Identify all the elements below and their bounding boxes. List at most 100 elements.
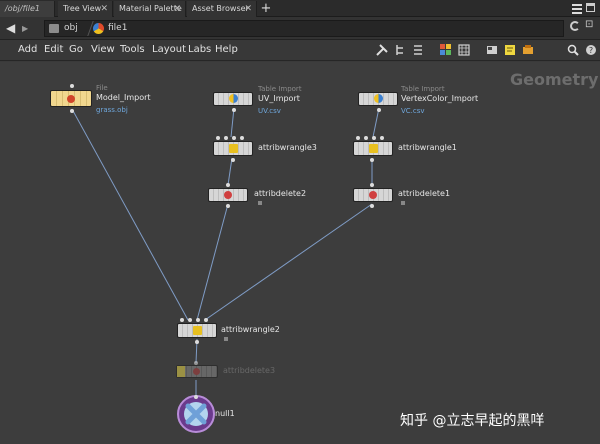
menu-labs[interactable]: Labs	[188, 44, 211, 55]
close-icon[interactable]: ✕	[100, 1, 108, 17]
wrangle-icon	[369, 144, 378, 153]
help-icon[interactable]: ?	[585, 44, 597, 56]
maximize-icon[interactable]	[586, 3, 595, 12]
input-connector[interactable]	[224, 136, 228, 140]
input-connector[interactable]	[196, 318, 200, 322]
sticky-icon[interactable]	[504, 44, 516, 56]
align-icon[interactable]	[412, 44, 424, 56]
input-connector[interactable]	[370, 183, 374, 187]
input-connector[interactable]	[372, 136, 376, 140]
node-name: null1	[215, 409, 235, 418]
output-connector[interactable]	[231, 158, 235, 162]
breadcrumb-separator	[80, 21, 94, 36]
menu-tools[interactable]: Tools	[120, 44, 145, 55]
input-connector[interactable]	[240, 136, 244, 140]
wrangle-icon	[193, 326, 202, 335]
input-connector[interactable]	[364, 136, 368, 140]
grid-icon[interactable]	[440, 44, 452, 56]
input-connector[interactable]	[180, 318, 184, 322]
pane-tab-bar: /obj/file1 Tree View ✕ Material Palette …	[0, 0, 600, 17]
output-connector[interactable]	[195, 340, 199, 344]
input-connector[interactable]	[70, 84, 74, 88]
lock-icon	[258, 201, 262, 205]
pin-icon[interactable]	[570, 21, 580, 31]
add-tab-button[interactable]: +	[259, 0, 273, 17]
node-category: Table Import	[401, 85, 445, 93]
tab-tree-view[interactable]: Tree View ✕	[58, 1, 113, 17]
node-detail: grass.obj	[96, 106, 128, 114]
tab-label: Material Palette	[119, 4, 182, 13]
bypass-flag[interactable]	[177, 366, 185, 377]
menu-go[interactable]: Go	[69, 44, 83, 55]
wire-wrangle3-to-delete2	[227, 157, 233, 186]
python-icon	[374, 94, 383, 103]
delete-node-icon	[224, 191, 232, 199]
node-name: VertexColor_Import	[401, 94, 479, 103]
wire-delete1-to-wrangle2	[204, 203, 373, 321]
node-name: attribdelete3	[223, 366, 276, 375]
dashboard-icon[interactable]	[522, 44, 534, 56]
output-connector[interactable]	[226, 204, 230, 208]
obj-icon	[49, 24, 59, 33]
palette-icon[interactable]	[458, 44, 470, 56]
tools-icon[interactable]	[376, 44, 388, 56]
tab-menu-icon[interactable]	[572, 2, 582, 14]
wrangle-icon	[229, 144, 238, 153]
menu-layout[interactable]: Layout	[152, 44, 186, 55]
input-connector[interactable]	[204, 318, 208, 322]
search-icon[interactable]	[567, 44, 579, 56]
wire-uv-to-wrangle3	[230, 107, 235, 138]
wire-vc-to-wrangle1	[372, 107, 380, 138]
file-node-icon	[67, 95, 75, 103]
node-name: UV_Import	[258, 94, 300, 103]
tree-layout-icon[interactable]	[394, 44, 406, 56]
tab-label: /obj/file1	[5, 4, 40, 13]
output-connector[interactable]	[370, 204, 374, 208]
svg-text:?: ?	[589, 46, 593, 55]
path-bar: ◀ ▶ obj file1 ⊡	[0, 17, 600, 40]
lock-icon	[401, 201, 405, 205]
node-name: attribwrangle2	[221, 325, 280, 334]
output-connector[interactable]	[70, 109, 74, 113]
tab-asset-browser[interactable]: Asset Browser ✕	[187, 1, 257, 17]
python-icon	[229, 94, 238, 103]
note-icon[interactable]	[486, 44, 498, 56]
link-icon[interactable]: ⊡	[585, 20, 595, 30]
input-connector[interactable]	[380, 136, 384, 140]
tab-material-palette[interactable]: Material Palette ✕	[114, 1, 186, 17]
output-connector[interactable]	[370, 158, 374, 162]
output-connector[interactable]	[377, 108, 381, 112]
breadcrumb-file[interactable]: file1	[108, 23, 127, 33]
menu-view[interactable]: View	[91, 44, 115, 55]
input-connector[interactable]	[232, 136, 236, 140]
input-connector[interactable]	[226, 183, 230, 187]
node-name: attribdelete1	[398, 189, 451, 198]
delete-node-icon	[369, 191, 377, 199]
close-icon[interactable]: ✕	[173, 1, 181, 17]
node-category: File	[96, 84, 108, 92]
input-connector[interactable]	[356, 136, 360, 140]
wire-model-to-wrangle2	[71, 108, 189, 321]
network-editor[interactable]: Geometry File Model_Import grass.obj Tab…	[0, 62, 600, 444]
menu-add[interactable]: Add	[18, 44, 37, 55]
input-connector[interactable]	[216, 136, 220, 140]
delete-node-icon	[193, 368, 200, 375]
back-arrow-icon[interactable]: ◀	[6, 22, 15, 34]
tab-network-editor[interactable]: /obj/file1	[0, 1, 55, 17]
node-name: attribwrangle3	[258, 143, 317, 152]
menu-help[interactable]: Help	[215, 44, 238, 55]
null-node-icon[interactable]	[177, 395, 217, 435]
input-connector[interactable]	[194, 395, 198, 399]
node-category: Table Import	[258, 85, 302, 93]
lock-icon	[224, 337, 228, 341]
node-name: attribwrangle1	[398, 143, 457, 152]
output-connector[interactable]	[232, 108, 236, 112]
forward-arrow-icon[interactable]: ▶	[22, 25, 28, 33]
menu-bar: Add Edit Go View Tools Layout Labs Help …	[0, 40, 600, 61]
breadcrumb-obj[interactable]: obj	[64, 23, 78, 33]
menu-edit[interactable]: Edit	[44, 44, 63, 55]
input-connector[interactable]	[188, 318, 192, 322]
node-detail: VC.csv	[401, 107, 425, 115]
close-icon[interactable]: ✕	[244, 1, 252, 17]
wires-layer	[71, 107, 380, 398]
